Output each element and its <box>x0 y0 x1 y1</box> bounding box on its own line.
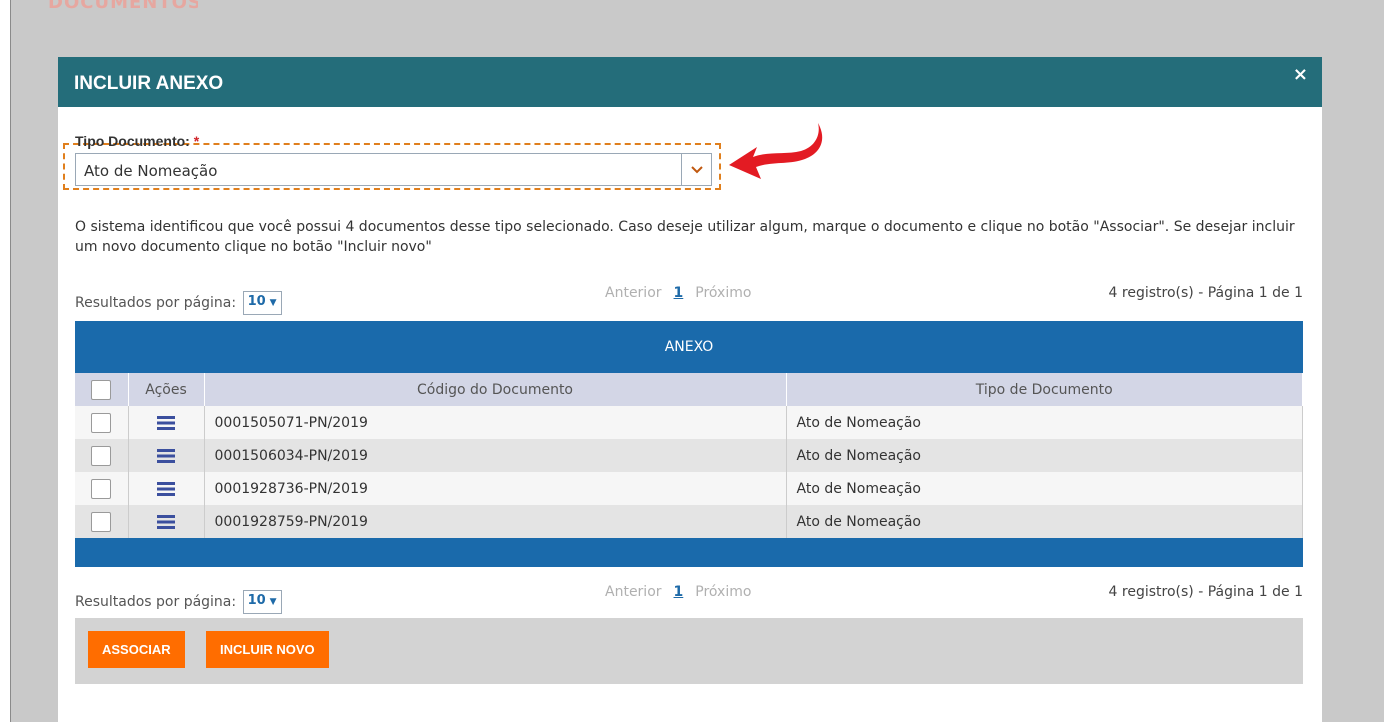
row-checkbox[interactable] <box>91 445 112 466</box>
red-arrow-annotation <box>729 123 823 179</box>
page-nav: Anterior 1 Próximo <box>605 584 751 600</box>
page-number-link[interactable]: 1 <box>674 584 684 600</box>
include-attachment-modal: INCLUIR ANEXO × Tipo Documento: * Ato de… <box>58 57 1322 722</box>
table-row: 0001928736-PN/2019 Ato de Nomeação <box>75 472 1303 505</box>
attachment-table: ANEXO Ações Código do Documento Tipo de … <box>75 321 1303 567</box>
table-row: 0001928759-PN/2019 Ato de Nomeação <box>75 505 1303 538</box>
button-bar: ASSOCIAR INCLUIR NOVO <box>75 618 1303 684</box>
page-number-link[interactable]: 1 <box>674 285 684 301</box>
background-page-title: DOCUMENTOS <box>48 0 198 13</box>
caret-down-icon: ▼ <box>269 597 277 607</box>
row-checkbox[interactable] <box>91 478 112 499</box>
table-row: 0001505071-PN/2019 Ato de Nomeação <box>75 406 1303 439</box>
menu-icon[interactable] <box>157 448 175 463</box>
menu-icon[interactable] <box>157 415 175 430</box>
record-count: 4 registro(s) - Página 1 de 1 <box>1108 285 1303 301</box>
results-per-page: Resultados por página: 10 ▼ <box>75 291 282 315</box>
document-code: 0001505071-PN/2019 <box>204 406 787 439</box>
code-header[interactable]: Código do Documento <box>204 373 787 406</box>
next-page-link[interactable]: Próximo <box>695 584 751 600</box>
document-type: Ato de Nomeação <box>786 406 1303 439</box>
results-per-page: Resultados por página: 10 ▼ <box>75 590 282 614</box>
row-checkbox[interactable] <box>91 511 112 532</box>
table-row: 0001506034-PN/2019 Ato de Nomeação <box>75 439 1303 472</box>
document-type: Ato de Nomeação <box>786 439 1303 472</box>
menu-icon[interactable] <box>157 514 175 529</box>
info-message: O sistema identificou que você possui 4 … <box>75 219 1295 255</box>
associate-button[interactable]: ASSOCIAR <box>88 631 185 668</box>
select-all-header <box>75 373 129 406</box>
close-icon[interactable]: × <box>1293 65 1308 85</box>
document-type: Ato de Nomeação <box>786 505 1303 538</box>
modal-title: INCLUIR ANEXO <box>74 73 224 94</box>
include-new-button[interactable]: INCLUIR NOVO <box>206 631 329 668</box>
document-type-select[interactable]: Ato de Nomeação <box>75 153 712 186</box>
per-page-select[interactable]: 10 ▼ <box>242 590 282 614</box>
document-code: 0001928759-PN/2019 <box>204 505 787 538</box>
row-checkbox[interactable] <box>91 412 112 433</box>
table-header-row: Ações Código do Documento Tipo de Docume… <box>75 373 1303 406</box>
caret-down-icon: ▼ <box>269 298 277 308</box>
chevron-down-icon[interactable] <box>681 154 711 185</box>
modal-header: INCLUIR ANEXO × <box>58 57 1322 107</box>
table-group-title: ANEXO <box>75 321 1303 373</box>
table-footer-band <box>75 538 1303 567</box>
document-code: 0001928736-PN/2019 <box>204 472 787 505</box>
select-all-checkbox[interactable] <box>91 379 112 400</box>
prev-page-link[interactable]: Anterior <box>605 584 662 600</box>
prev-page-link[interactable]: Anterior <box>605 285 662 301</box>
page-nav: Anterior 1 Próximo <box>605 285 751 301</box>
per-page-select[interactable]: 10 ▼ <box>242 291 282 315</box>
required-mark: * <box>193 133 200 149</box>
type-header[interactable]: Tipo de Documento <box>786 373 1303 406</box>
document-type-value: Ato de Nomeação <box>84 162 218 180</box>
record-count: 4 registro(s) - Página 1 de 1 <box>1108 584 1303 600</box>
pagination-top: Resultados por página: 10 ▼ Anterior 1 Próx… <box>75 285 1303 315</box>
actions-header: Ações <box>128 373 205 406</box>
document-type-label: Tipo Documento: * <box>75 133 200 149</box>
next-page-link[interactable]: Próximo <box>695 285 751 301</box>
pagination-bottom: Resultados por página: 10 ▼ Anterior 1 Próx… <box>75 584 1303 614</box>
document-code: 0001506034-PN/2019 <box>204 439 787 472</box>
menu-icon[interactable] <box>157 481 175 496</box>
document-type: Ato de Nomeação <box>786 472 1303 505</box>
